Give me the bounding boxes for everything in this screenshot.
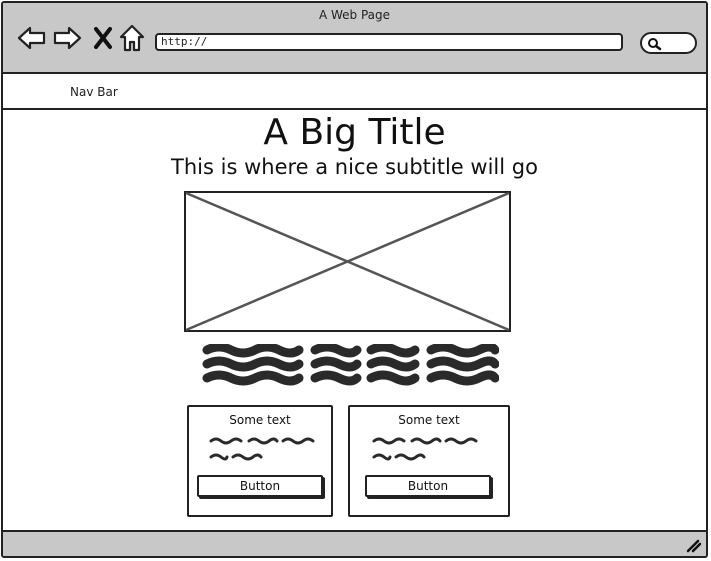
- card-button[interactable]: Button: [365, 475, 491, 497]
- card-2: Some text Button: [348, 405, 510, 517]
- page-subtitle: This is where a nice subtitle will go: [171, 155, 538, 179]
- card-title: Some text: [229, 413, 291, 427]
- search-field[interactable]: [640, 32, 697, 54]
- resize-grip-icon[interactable]: [686, 539, 702, 553]
- card-scribble-text: [372, 437, 478, 461]
- page-content: A Big Title This is where a nice subtitl…: [3, 110, 706, 533]
- window-title: A Web Page: [318, 8, 391, 22]
- search-icon: [648, 38, 662, 51]
- forward-arrow-icon[interactable]: [52, 23, 82, 53]
- browser-window: A Web Page http:// Nav Bar A Big Title T…: [1, 1, 708, 558]
- page-title: A Big Title: [263, 112, 446, 153]
- status-bar: [3, 530, 706, 556]
- card-scribble-text: [209, 437, 315, 461]
- nav-bar: Nav Bar: [3, 74, 706, 110]
- nav-bar-label[interactable]: Nav Bar: [70, 85, 118, 99]
- scribbled-paragraph: [202, 344, 499, 386]
- card-title: Some text: [398, 413, 460, 427]
- card-1: Some text Button: [187, 405, 333, 517]
- home-icon[interactable]: [118, 23, 146, 53]
- card-button[interactable]: Button: [197, 475, 323, 497]
- back-arrow-icon[interactable]: [17, 23, 47, 53]
- browser-toolbar: A Web Page http://: [3, 3, 706, 74]
- image-placeholder: [184, 191, 511, 332]
- url-input[interactable]: http://: [155, 33, 623, 51]
- close-x-icon[interactable]: [92, 23, 114, 53]
